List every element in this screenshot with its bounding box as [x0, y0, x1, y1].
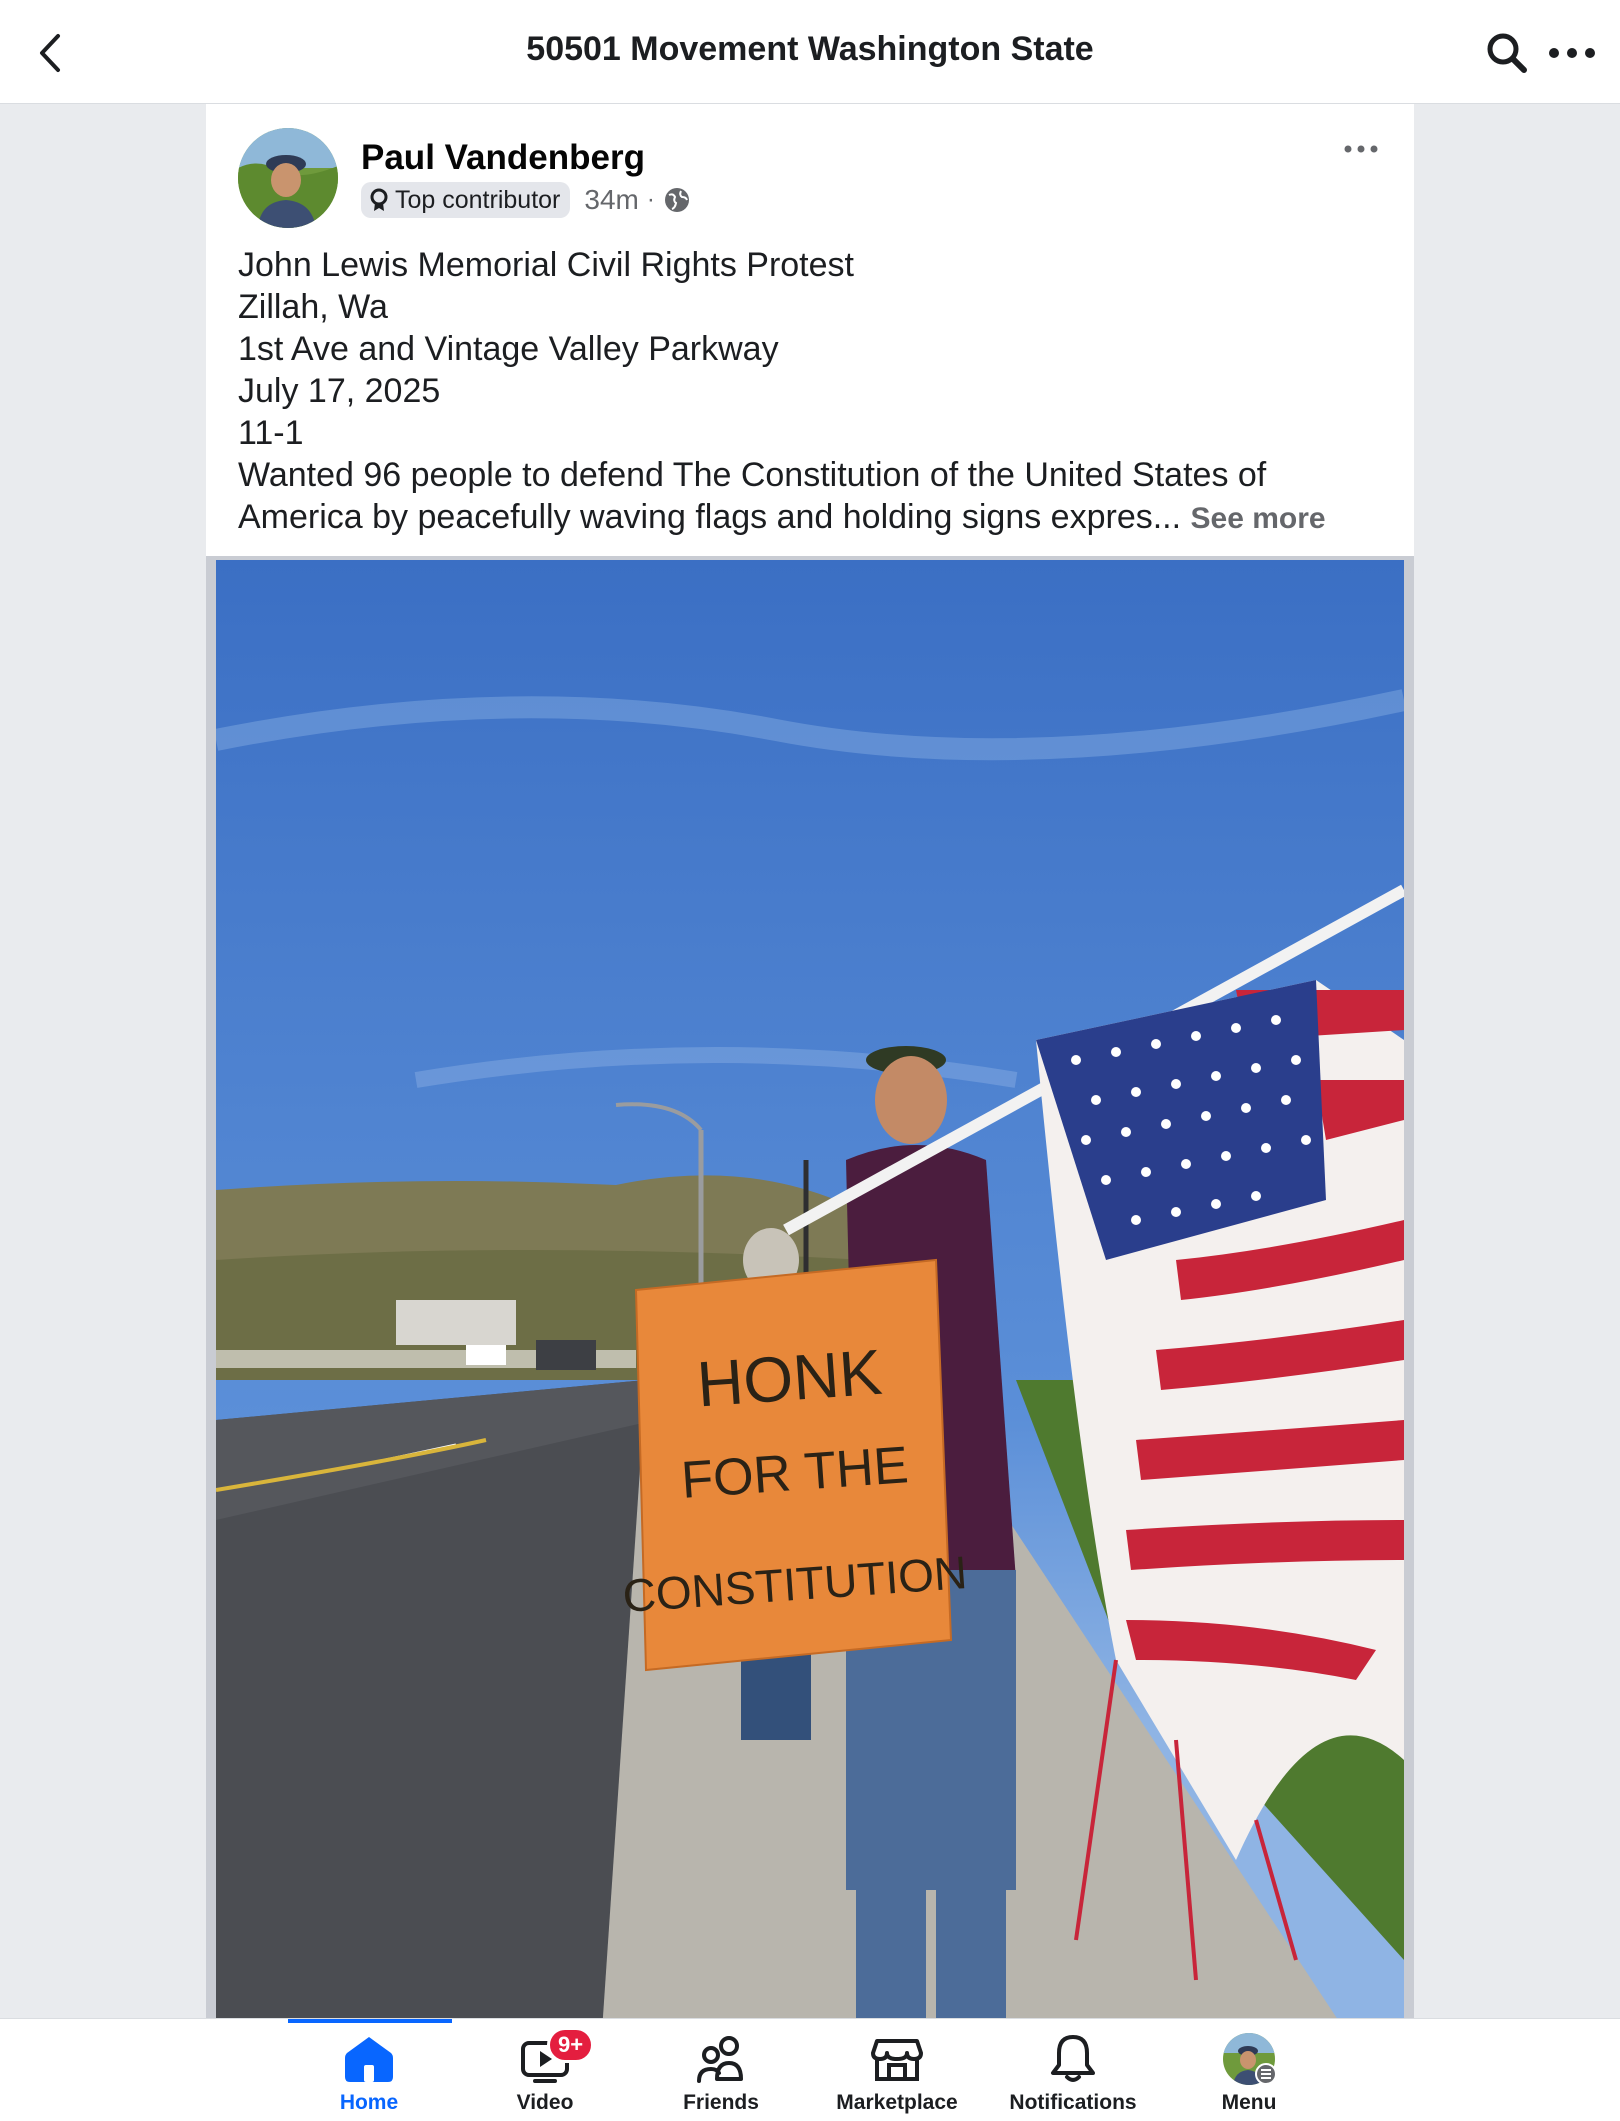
nav-label: Friends [683, 2091, 759, 2114]
post-photo-frame: HONK FOR THE CONSTITUTION [206, 556, 1414, 2120]
active-tab-indicator [288, 2019, 452, 2023]
award-icon [370, 188, 388, 211]
author-name[interactable]: Paul Vandenberg [361, 138, 645, 178]
menu-avatar-wrap [1221, 2033, 1277, 2085]
badge-label: Top contributor [395, 185, 561, 214]
nav-home[interactable]: Home [281, 2033, 457, 2119]
bell-icon [1051, 2035, 1095, 2082]
post-time[interactable]: 34m [584, 184, 638, 216]
more-horizontal-icon [1344, 145, 1378, 153]
nav-label: Home [339, 2091, 399, 2114]
video-badge: 9+ [547, 2027, 595, 2063]
nav-menu[interactable]: Menu [1161, 2033, 1337, 2119]
top-contributor-badge[interactable]: Top contributor [361, 182, 571, 218]
post-card: Paul Vandenberg Top contributor 34m · Jo… [206, 104, 1414, 2120]
nav-notifications[interactable]: Notifications [985, 2033, 1161, 2119]
post-line: Wanted 96 people to defend The Constitut… [238, 456, 1267, 494]
meta-separator: · [646, 186, 655, 213]
search-button[interactable] [1482, 28, 1532, 78]
see-more-link[interactable]: See more [1191, 502, 1326, 535]
post-line: John Lewis Memorial Civil Rights Protest [238, 246, 854, 284]
group-title[interactable]: 50501 Movement Washington State [0, 30, 1620, 69]
nav-label: Menu [1221, 2091, 1277, 2114]
more-horizontal-icon [1549, 48, 1595, 58]
video-icon-wrap: 9+ [517, 2027, 595, 2085]
post-line: Zillah, Wa [238, 288, 388, 326]
post-line: 1st Ave and Vintage Valley Parkway [238, 330, 779, 368]
more-options-button[interactable] [1544, 28, 1600, 78]
top-bar: 50501 Movement Washington State [0, 0, 1620, 104]
nav-video[interactable]: 9+ Video [457, 2027, 633, 2119]
post-line: America by peacefully waving flags and h… [238, 498, 1182, 536]
hamburger-icon [1255, 2063, 1277, 2085]
post-line: 11-1 [238, 414, 304, 452]
bottom-navigation: Home 9+ Video Friends Marketplace Notifi… [0, 2018, 1620, 2121]
author-avatar[interactable] [238, 128, 338, 228]
nav-friends[interactable]: Friends [633, 2033, 809, 2119]
globe-icon [664, 188, 689, 212]
post-line-truncated: America by peacefully waving flags and h… [238, 496, 1398, 540]
search-icon [1487, 33, 1527, 73]
marketplace-icon [871, 2039, 923, 2081]
home-icon [345, 2037, 393, 2082]
nav-label: Marketplace [836, 2091, 958, 2114]
post-meta: Top contributor 34m · [361, 180, 691, 220]
protest-sign: HONK FOR THE CONSTITUTION [621, 1258, 969, 1672]
nav-label: Notifications [1009, 2091, 1137, 2114]
nav-label: Video [516, 2091, 574, 2114]
sign-line: HONK [695, 1336, 884, 1421]
post-line: July 17, 2025 [238, 372, 441, 410]
post-photo[interactable]: HONK FOR THE CONSTITUTION [216, 560, 1404, 2120]
post-options-button[interactable] [1336, 134, 1386, 164]
nav-marketplace[interactable]: Marketplace [809, 2033, 985, 2119]
post-text: John Lewis Memorial Civil Rights Protest… [238, 244, 1398, 540]
friends-icon [697, 2036, 743, 2083]
